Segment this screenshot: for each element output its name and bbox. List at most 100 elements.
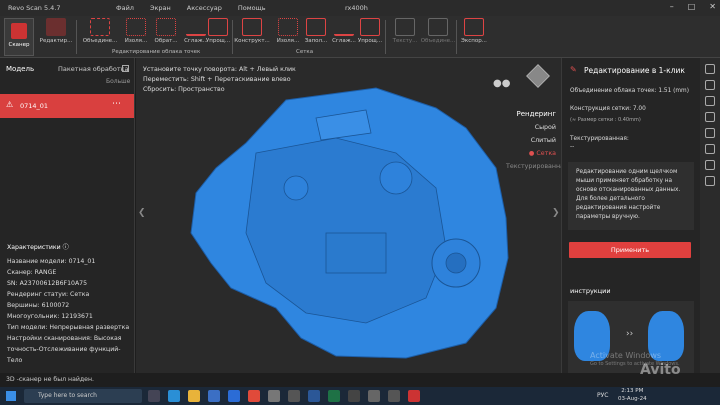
properties: Характеристики ⓘ Название модели: 0714_0…: [7, 242, 134, 366]
app-icon[interactable]: [268, 390, 280, 402]
taskbar-clock[interactable]: 2:13 PM 03-Aug-24: [618, 388, 647, 403]
texture-button[interactable]: Тексту...: [387, 18, 423, 48]
texture-icon: [395, 18, 415, 36]
app-icon[interactable]: [368, 390, 380, 402]
divider: [232, 20, 233, 54]
render-mode-fused[interactable]: Слитый: [506, 134, 556, 147]
excel-icon[interactable]: [328, 390, 340, 402]
more-options-icon[interactable]: ⋯: [112, 99, 121, 109]
render-mode-mesh[interactable]: ● Сетка: [506, 147, 556, 160]
close-icon[interactable]: ✕: [709, 2, 716, 11]
render-title: Рендеринг: [516, 110, 557, 118]
prop-sn: SN: A23700612B6F10A75: [7, 280, 88, 287]
merge-button[interactable]: Объедине...: [82, 18, 118, 48]
mesh-simplify-button[interactable]: Упрощ...: [352, 18, 388, 48]
collapse-left-icon[interactable]: ❮: [138, 208, 146, 218]
merge-setting: Объединение облака точек: 1.51 (mm): [570, 88, 689, 94]
construct-button[interactable]: Конструкт...: [234, 18, 270, 48]
simplify-button[interactable]: Упрощ...: [200, 18, 236, 48]
edit-button[interactable]: Редактир...: [38, 18, 74, 48]
tool-icon[interactable]: [705, 112, 715, 122]
menu-accessory[interactable]: Аксессуар: [187, 4, 222, 12]
mesh-size-note: (≈ Размер сетки : 0.40mm): [570, 117, 641, 123]
mail-icon[interactable]: [228, 390, 240, 402]
windows-start-icon[interactable]: [6, 391, 16, 401]
scanned-model[interactable]: [136, 58, 561, 373]
store-icon[interactable]: [208, 390, 220, 402]
maximize-icon[interactable]: □: [688, 2, 696, 11]
more-button[interactable]: Больше: [106, 78, 130, 85]
prop-model-type: Тип модели: Непрерывная развертка: [7, 324, 130, 331]
tool-sidebar: [700, 58, 720, 373]
collapse-right-icon[interactable]: ❯: [552, 208, 560, 218]
properties-title: Характеристики ⓘ: [7, 244, 69, 251]
export-button[interactable]: Экспор...: [456, 18, 492, 48]
mesh-icon: [242, 18, 262, 36]
textured-value: --: [570, 144, 575, 150]
apply-button[interactable]: Применить: [569, 242, 691, 258]
info-box: Редактирование одним щелчком мыши примен…: [568, 162, 694, 230]
panel-title: Модель: [6, 65, 35, 73]
task-view-icon[interactable]: [148, 390, 160, 402]
menu-help[interactable]: Помощь: [238, 4, 266, 12]
edge-icon[interactable]: [168, 390, 180, 402]
model-list-item[interactable]: ⚠ 0714_01 ⋯: [0, 94, 134, 118]
tool-icon[interactable]: [705, 144, 715, 154]
tool-icon[interactable]: [705, 128, 715, 138]
chrome-icon[interactable]: [248, 390, 260, 402]
scanner-icon: [11, 23, 27, 39]
render-mode-list: Рендеринг Сырой Слитый ● Сетка Текстурир…: [506, 108, 561, 173]
render-mode-raw[interactable]: Сырой: [506, 121, 556, 134]
model-panel: Модель Пакетная обработка Больше ⚠ 0714_…: [0, 58, 135, 373]
batch-icon[interactable]: [122, 65, 129, 72]
simplify-icon: [360, 18, 380, 36]
app-icon[interactable]: [288, 390, 300, 402]
app-icon[interactable]: [388, 390, 400, 402]
prop-scan-settings-cont: точность-Отслеживание функций-Тело: [7, 346, 121, 364]
scanner-button[interactable]: Сканер: [4, 18, 34, 56]
batch-processing-button[interactable]: Пакетная обработка: [58, 65, 129, 73]
menu-view[interactable]: Экран: [150, 4, 171, 12]
revo-scan-icon[interactable]: [408, 390, 420, 402]
app-icon[interactable]: [348, 390, 360, 402]
app-title: Revo Scan 5.4.7: [8, 4, 61, 12]
language-indicator[interactable]: РУС: [597, 392, 608, 399]
status-bar: 3D -сканер не был найден.: [0, 373, 720, 387]
menu-bar: Файл Экран Аксессуар Помощь: [116, 4, 266, 12]
merge-icon: [90, 18, 110, 36]
tool-icon[interactable]: [705, 96, 715, 106]
crop-icon: [156, 18, 176, 36]
group-label-pointcloud: Редактирование облака точек: [112, 49, 201, 55]
folder-icon[interactable]: [188, 390, 200, 402]
prop-scanner: Сканер: RANGE: [7, 269, 57, 276]
prop-model-name: Название модели: 0714_01: [7, 258, 96, 265]
taskbar-apps: [148, 390, 420, 402]
tool-icon[interactable]: [705, 160, 715, 170]
document-name: rx400h: [345, 4, 368, 12]
warning-icon: ⚠: [6, 100, 14, 109]
3d-viewport[interactable]: Установите точку поворота: Alt + Левый к…: [136, 58, 561, 373]
word-icon[interactable]: [308, 390, 320, 402]
divider: [76, 20, 77, 54]
avito-watermark: Avito: [640, 362, 681, 378]
tool-icon[interactable]: [705, 80, 715, 90]
lighting-icon[interactable]: ●●: [493, 78, 510, 89]
wand-icon: ✎: [570, 65, 577, 74]
render-mode-textured[interactable]: Текстурированная: [506, 160, 561, 173]
fill-icon: [306, 18, 326, 36]
merge-icon: [428, 18, 448, 36]
simplify-icon: [208, 18, 228, 36]
tool-icon[interactable]: [705, 176, 715, 186]
mesh-setting: Конструкция сетки: 7.00: [570, 106, 646, 112]
texture-merge-button[interactable]: Объедине...: [420, 18, 456, 48]
smooth-icon: [334, 18, 354, 36]
ribbon-toolbar: Сканер Редактир... Объедине... Изоля... …: [0, 16, 720, 58]
close-panel-icon[interactable]: [705, 64, 715, 74]
prop-vertices: Вершины: 6100072: [7, 302, 70, 309]
taskbar-search[interactable]: Type here to search: [24, 389, 142, 403]
minimize-icon[interactable]: –: [670, 2, 674, 11]
model-name: 0714_01: [20, 102, 49, 110]
menu-file[interactable]: Файл: [116, 4, 134, 12]
prop-render-status: Рендеринг статуи: Сетка: [7, 291, 90, 298]
window-controls: – □ ✕: [670, 2, 716, 11]
